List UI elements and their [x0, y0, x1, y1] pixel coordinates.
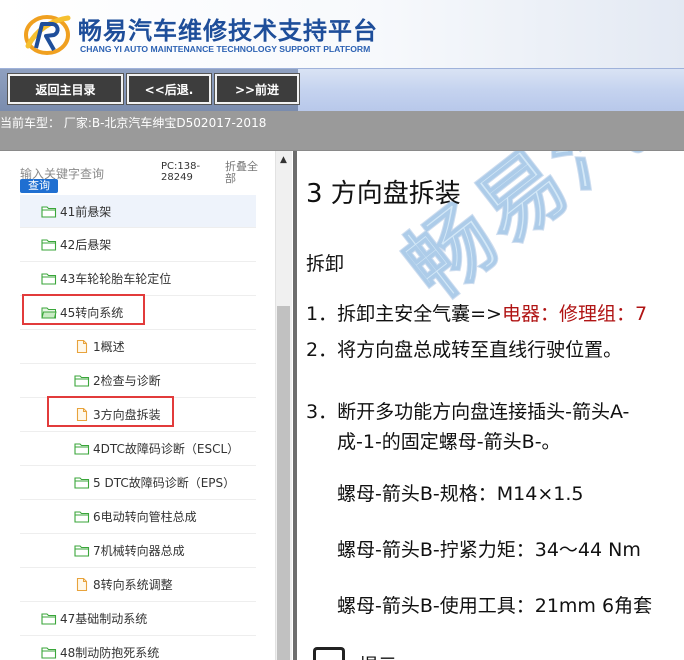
- step-3-line-2: 成-1-的固定螺母-箭头B-。: [337, 431, 561, 453]
- toolbar: 返回主目录 <<后退. >>前进: [0, 68, 684, 111]
- tree-item-label: 2检查与诊断: [93, 374, 161, 388]
- document-content: 畅易汽 3 方向盘拆装 拆卸 1．拆卸主安全气囊=>电器：修理组：7 2．将方向…: [297, 151, 684, 660]
- tree-item-label: 48制动防抱死系统: [60, 646, 160, 660]
- step-2: 2．将方向盘总成转至直线行驶位置。: [306, 339, 623, 361]
- cy-logo-icon: [24, 15, 71, 55]
- site-subtitle: CHANG YI AUTO MAINTENANCE TECHNOLOGY SUP…: [80, 44, 371, 54]
- step-3-line-1: 3．断开多功能方向盘连接插头-箭头A-: [306, 401, 630, 423]
- tree-document-item[interactable]: 8转向系统调整: [20, 568, 256, 602]
- folder-icon: [74, 442, 90, 455]
- tree-document-item[interactable]: 3方向盘拆装: [20, 396, 256, 432]
- tree-folder-item[interactable]: 42后悬架: [20, 228, 256, 262]
- tree-folder-item[interactable]: 4DTC故障码诊断（ESCL）: [20, 432, 256, 466]
- spec-torque: 螺母-箭头B-拧紧力矩：34～44 Nm: [337, 539, 641, 561]
- tree-item-label: 1概述: [93, 340, 125, 354]
- catalog-tree: 41前悬架 42后悬架 43车轮轮胎车轮定位 45转向系统 1概述 2检查与诊断 3方向盘拆…: [20, 195, 256, 660]
- scroll-up-arrow-icon[interactable]: ▲: [275, 151, 292, 168]
- tree-item-label: 42后悬架: [60, 238, 112, 252]
- folder-icon: [41, 272, 57, 285]
- document-icon: [74, 339, 90, 354]
- tree-folder-item[interactable]: 43车轮轮胎车轮定位: [20, 262, 256, 296]
- folder-icon: [74, 510, 90, 523]
- tree-document-item[interactable]: 1概述: [20, 330, 256, 364]
- tree-item-label: 41前悬架: [60, 204, 112, 219]
- note-label: 提示: [359, 651, 397, 660]
- spec-thread: 螺母-箭头B-规格：M14×1.5: [337, 483, 584, 505]
- folder-icon: [74, 476, 90, 489]
- document-icon: [74, 407, 90, 422]
- document-icon: [74, 577, 90, 592]
- note-icon: [313, 647, 345, 660]
- tree-folder-item[interactable]: 48制动防抱死系统: [20, 636, 256, 660]
- vehicle-model-bar: 当前车型： 厂家:B-北京汽车绅宝D502017-2018: [0, 111, 684, 151]
- tree-folder-item[interactable]: 41前悬架: [20, 195, 256, 228]
- tree-item-label: 43车轮轮胎车轮定位: [60, 272, 172, 286]
- step-1: 1．拆卸主安全气囊=>电器：修理组：7: [306, 299, 647, 326]
- folder-icon: [41, 238, 57, 251]
- tree-item-label: 8转向系统调整: [93, 578, 173, 592]
- home-button[interactable]: 返回主目录: [7, 73, 124, 105]
- pc-code-text: PC:138-28249: [161, 161, 201, 183]
- folder-icon: [74, 544, 90, 557]
- tree-folder-item[interactable]: 2检查与诊断: [20, 364, 256, 398]
- tree-item-label: 45转向系统: [60, 306, 124, 320]
- spec-tool: 螺母-箭头B-使用工具：21mm 6角套: [337, 595, 653, 617]
- tree-item-label: 4DTC故障码诊断（ESCL）: [93, 442, 240, 456]
- sidebar-tree-panel: 输入关键字查询 查询 PC:138-28249 折叠全部 41前悬架 42后悬架 4…: [0, 151, 293, 660]
- search-button[interactable]: 查询: [20, 179, 58, 193]
- forward-button[interactable]: >>前进: [214, 73, 300, 105]
- search-area: 输入关键字查询 查询 PC:138-28249 折叠全部: [0, 151, 275, 199]
- section-heading-remove: 拆卸: [306, 253, 345, 275]
- page-title: 3 方向盘拆装: [306, 179, 461, 209]
- tree-folder-item[interactable]: 47基础制动系统: [20, 602, 256, 636]
- vehicle-model-text: 当前车型： 厂家:B-北京汽车绅宝D502017-2018: [0, 116, 267, 130]
- tree-folder-item[interactable]: 6电动转向管柱总成: [20, 500, 256, 534]
- app-header: 畅易汽车维修技术支持平台 CHANG YI AUTO MAINTENANCE T…: [0, 0, 684, 68]
- step-1-link[interactable]: 电器：修理组：7: [502, 303, 647, 325]
- tree-item-label: 5 DTC故障码诊断（EPS）: [93, 476, 236, 490]
- step-1-text: 1．拆卸主安全气囊=>: [306, 303, 502, 325]
- folder-icon: [41, 646, 57, 659]
- folder-icon: [74, 374, 90, 387]
- site-title: 畅易汽车维修技术支持平台: [78, 17, 378, 45]
- tree-item-label: 6电动转向管柱总成: [93, 510, 197, 524]
- tree-folder-item[interactable]: 7机械转向器总成: [20, 534, 256, 568]
- collapse-all-button[interactable]: 折叠全部: [225, 161, 265, 185]
- tree-folder-item[interactable]: 45转向系统: [20, 294, 256, 330]
- tree-item-label: 7机械转向器总成: [93, 544, 185, 558]
- folder-icon: [41, 612, 57, 625]
- folder-open-icon: [41, 306, 57, 319]
- tree-folder-item[interactable]: 5 DTC故障码诊断（EPS）: [20, 466, 256, 500]
- scrollbar-thumb[interactable]: [277, 306, 290, 660]
- folder-icon: [41, 205, 57, 218]
- back-button[interactable]: <<后退.: [126, 73, 212, 105]
- tree-item-label: 47基础制动系统: [60, 612, 148, 626]
- tree-item-label: 3方向盘拆装: [93, 408, 161, 422]
